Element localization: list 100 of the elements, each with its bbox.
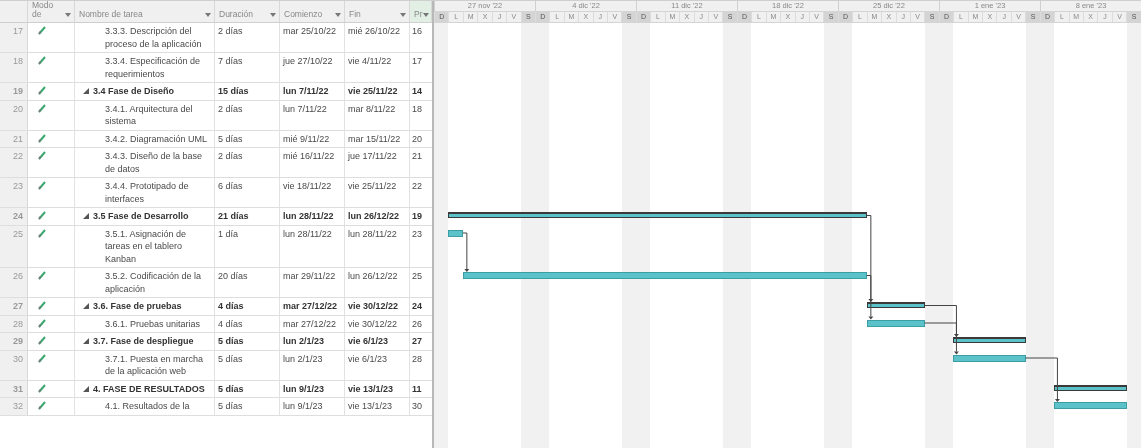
table-cell: 5 días bbox=[215, 333, 280, 350]
column-header[interactable]: Modo de bbox=[28, 1, 75, 22]
table-cell-text: 21 bbox=[411, 150, 423, 163]
collapse-icon[interactable] bbox=[83, 303, 89, 309]
task-name: 3.7. Fase de despliegue bbox=[93, 335, 194, 348]
table-cell: lun 9/1/23 bbox=[280, 398, 345, 415]
row-number[interactable]: 18 bbox=[0, 53, 28, 82]
column-header[interactable]: Pr bbox=[410, 1, 432, 22]
task-bar[interactable] bbox=[448, 229, 463, 237]
table-cell: mar 15/11/22 bbox=[345, 130, 410, 147]
table-cell: vie 4/11/22 bbox=[345, 53, 410, 82]
row-number[interactable]: 30 bbox=[0, 350, 28, 380]
table-cell: mié 9/11/22 bbox=[280, 130, 345, 147]
table-cell-text: 16 bbox=[411, 25, 423, 38]
column-header[interactable]: Duración bbox=[215, 1, 280, 22]
table-cell: mar 29/11/22 bbox=[280, 268, 345, 297]
table-cell: jue 17/11/22 bbox=[345, 148, 410, 177]
table-cell: vie 30/12/22 bbox=[345, 298, 410, 315]
table-cell: 20 días bbox=[215, 268, 280, 297]
row-number[interactable]: 20 bbox=[0, 100, 28, 130]
table-cell: 5 días bbox=[215, 380, 280, 397]
dropdown-icon[interactable] bbox=[205, 13, 211, 17]
column-header[interactable]: Nombre de tarea bbox=[75, 1, 215, 22]
task-name: 3.4.2. Diagramación UML bbox=[105, 132, 208, 145]
table-cell-text: 14 bbox=[411, 85, 423, 98]
table-cell-text: 30 bbox=[411, 400, 423, 413]
task-bar[interactable] bbox=[866, 319, 925, 327]
table-cell: mar 27/12/22 bbox=[280, 298, 345, 315]
table-cell: lun 26/12/22 bbox=[345, 268, 410, 297]
table-cell: lun 7/11/22 bbox=[280, 100, 345, 130]
collapse-icon[interactable] bbox=[83, 213, 89, 219]
table-cell: vie 18/11/22 bbox=[280, 178, 345, 207]
dropdown-icon[interactable] bbox=[65, 13, 71, 17]
task-mode-icon bbox=[38, 56, 46, 65]
table-cell: lun 9/1/23 bbox=[280, 380, 345, 397]
dropdown-icon[interactable] bbox=[270, 13, 276, 17]
table-cell: lun 28/11/22 bbox=[345, 225, 410, 267]
table-cell: 4 días bbox=[215, 298, 280, 315]
column-header[interactable]: Comienzo bbox=[280, 1, 345, 22]
row-number[interactable]: 32 bbox=[0, 398, 28, 415]
table-cell-text: 28 bbox=[411, 352, 423, 366]
table-cell-text: 23 bbox=[411, 227, 423, 241]
task-mode-icon bbox=[38, 401, 46, 410]
summary-bar[interactable] bbox=[448, 212, 867, 218]
row-number[interactable]: 24 bbox=[0, 208, 28, 225]
table-cell: mar 8/11/22 bbox=[345, 100, 410, 130]
task-mode-icon bbox=[38, 383, 46, 393]
table-cell-text: 25 bbox=[411, 270, 423, 283]
table-cell: 2 días bbox=[215, 23, 280, 52]
table-cell: lun 2/1/23 bbox=[280, 333, 345, 350]
summary-bar[interactable] bbox=[953, 337, 1026, 343]
row-number[interactable]: 19 bbox=[0, 83, 28, 100]
task-mode-icon bbox=[38, 103, 46, 113]
collapse-icon[interactable] bbox=[83, 88, 89, 94]
dropdown-icon[interactable] bbox=[422, 13, 429, 17]
task-name: 3.4.4. Prototipado de interfaces bbox=[105, 180, 190, 205]
task-name: 3.4 Fase de Diseño bbox=[93, 85, 175, 98]
collapse-icon[interactable] bbox=[83, 385, 89, 392]
table-cell: 2 días bbox=[215, 148, 280, 177]
dropdown-icon[interactable] bbox=[400, 13, 406, 17]
collapse-icon[interactable] bbox=[83, 338, 89, 344]
row-number[interactable]: 26 bbox=[0, 268, 28, 297]
task-name: 3.3.4. Especificación de requerimientos bbox=[105, 55, 202, 80]
table-cell: vie 25/11/22 bbox=[345, 178, 410, 207]
task-mode-icon bbox=[38, 228, 46, 238]
task-name: 3.4.1. Arquitectura del sistema bbox=[105, 102, 194, 128]
table-cell-text: 27 bbox=[411, 335, 423, 348]
table-cell-text: 19 bbox=[411, 210, 423, 223]
dependency-arrow bbox=[462, 232, 470, 272]
summary-bar[interactable] bbox=[1054, 384, 1127, 391]
summary-bar[interactable] bbox=[866, 302, 925, 308]
row-number[interactable]: 17 bbox=[0, 23, 28, 52]
dependency-arrow bbox=[924, 322, 959, 355]
task-bar[interactable] bbox=[953, 354, 1026, 362]
dropdown-icon[interactable] bbox=[335, 13, 341, 17]
task-name: 4.1. Resultados de la bbox=[105, 400, 190, 413]
row-number[interactable]: 29 bbox=[0, 333, 28, 350]
task-mode-icon bbox=[38, 151, 46, 160]
table-cell: 2 días bbox=[215, 100, 280, 130]
task-mode-icon bbox=[38, 271, 46, 280]
task-name: 3.6. Fase de pruebas bbox=[93, 300, 182, 313]
table-cell: mar 25/10/22 bbox=[280, 23, 345, 52]
row-number[interactable]: 27 bbox=[0, 298, 28, 315]
row-number[interactable]: 25 bbox=[0, 225, 28, 267]
dependency-arrow bbox=[1025, 357, 1060, 402]
table-cell: 6 días bbox=[215, 178, 280, 207]
task-mode-icon bbox=[38, 26, 46, 35]
task-mode-icon bbox=[38, 86, 46, 95]
table-cell: mié 26/10/22 bbox=[345, 23, 410, 52]
task-name: 3.5.2. Codificación de la aplicación bbox=[105, 270, 203, 295]
task-name: 3.3.3. Descripción del proceso de la aplicación bbox=[105, 25, 203, 50]
table-cell-text: 26 bbox=[411, 317, 423, 331]
table-cell: mar 27/12/22 bbox=[280, 315, 345, 332]
row-number[interactable]: 22 bbox=[0, 148, 28, 177]
task-name: 3.7.1. Puesta en marcha de la aplicación web bbox=[105, 352, 205, 378]
task-name: 3.6.1. Pruebas unitarias bbox=[105, 317, 201, 330]
table-cell: lun 7/11/22 bbox=[280, 83, 345, 100]
table-cell: vie 6/1/23 bbox=[345, 333, 410, 350]
table-cell: vie 13/1/23 bbox=[345, 398, 410, 415]
row-number[interactable]: 23 bbox=[0, 178, 28, 207]
